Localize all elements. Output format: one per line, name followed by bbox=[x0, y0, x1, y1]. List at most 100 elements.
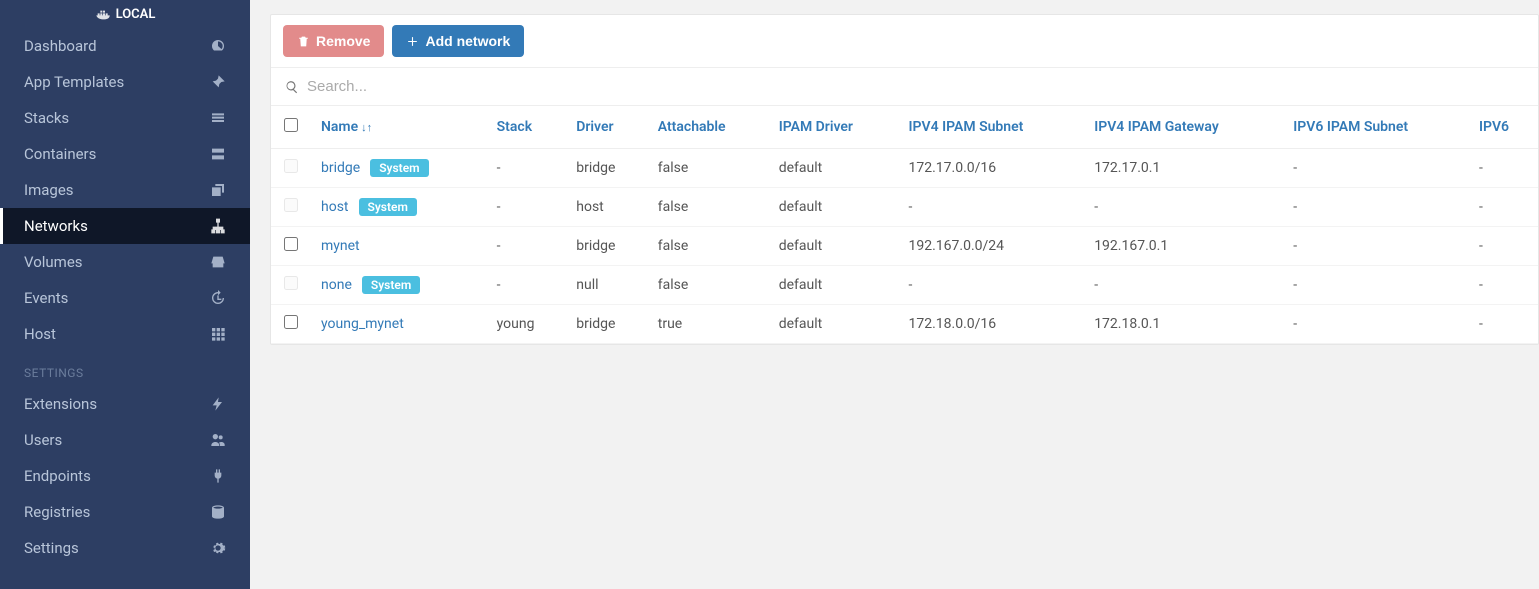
row-checkbox[interactable] bbox=[284, 237, 298, 251]
col-ipv6[interactable]: IPV6 bbox=[1469, 106, 1538, 149]
cell-name: young_mynet bbox=[311, 305, 487, 344]
main-content: Remove Add network Name↓↑ Stack Drive bbox=[250, 0, 1539, 589]
list-icon bbox=[210, 110, 226, 126]
cell-ipv6-subnet: - bbox=[1283, 227, 1469, 266]
cell-ipv4-gateway: 172.18.0.1 bbox=[1084, 305, 1283, 344]
sidebar-header: LOCAL bbox=[0, 0, 250, 28]
system-badge: System bbox=[359, 198, 417, 216]
sitemap-icon bbox=[210, 218, 226, 234]
table-row: mynet-bridgefalsedefault192.167.0.0/2419… bbox=[271, 227, 1538, 266]
sidebar-item-registries[interactable]: Registries bbox=[0, 494, 250, 530]
col-name-label: Name bbox=[321, 119, 358, 135]
sidebar-section-settings: SETTINGS bbox=[0, 352, 250, 386]
table-body: bridgeSystem-bridgefalsedefault172.17.0.… bbox=[271, 149, 1538, 344]
plus-icon bbox=[406, 35, 419, 48]
cell-attachable: false bbox=[648, 188, 769, 227]
networks-table: Name↓↑ Stack Driver Attachable IPAM Driv… bbox=[271, 105, 1538, 344]
row-checkbox bbox=[284, 198, 298, 212]
sidebar-item-label: Networks bbox=[24, 217, 88, 235]
docker-icon bbox=[95, 6, 111, 22]
network-link[interactable]: bridge bbox=[321, 160, 360, 176]
sidebar-item-label: Host bbox=[24, 325, 56, 343]
sidebar-item-users[interactable]: Users bbox=[0, 422, 250, 458]
col-name[interactable]: Name↓↑ bbox=[311, 106, 487, 149]
col-stack[interactable]: Stack bbox=[487, 106, 567, 149]
sidebar-item-label: Dashboard bbox=[24, 37, 97, 55]
row-select-cell bbox=[271, 149, 311, 188]
sidebar-item-volumes[interactable]: Volumes bbox=[0, 244, 250, 280]
sidebar-item-extensions[interactable]: Extensions bbox=[0, 386, 250, 422]
col-attachable[interactable]: Attachable bbox=[648, 106, 769, 149]
network-link[interactable]: host bbox=[321, 199, 349, 215]
sidebar-item-label: Settings bbox=[24, 539, 79, 557]
cell-stack: - bbox=[487, 188, 567, 227]
database-icon bbox=[210, 504, 226, 520]
networks-card: Remove Add network Name↓↑ Stack Drive bbox=[270, 14, 1539, 345]
sidebar-item-networks[interactable]: Networks bbox=[0, 208, 250, 244]
cell-ipv6: - bbox=[1469, 227, 1538, 266]
row-checkbox[interactable] bbox=[284, 315, 298, 329]
remove-button-label: Remove bbox=[316, 33, 370, 49]
network-link[interactable]: mynet bbox=[321, 238, 360, 254]
cell-name: bridge System bbox=[311, 149, 487, 188]
network-link[interactable]: young_mynet bbox=[321, 316, 404, 332]
sidebar-item-settings[interactable]: Settings bbox=[0, 530, 250, 566]
sidebar-item-host[interactable]: Host bbox=[0, 316, 250, 352]
sidebar-item-label: Images bbox=[24, 181, 74, 199]
cell-driver: bridge bbox=[566, 227, 648, 266]
table-row: noneSystem-nullfalsedefault---- bbox=[271, 266, 1538, 305]
cell-ipv4-gateway: 192.167.0.1 bbox=[1084, 227, 1283, 266]
sidebar-item-label: Volumes bbox=[24, 253, 83, 271]
sidebar-nav-main: Dashboard App Templates Stacks Containers Im… bbox=[0, 28, 250, 352]
col-ipv4-gateway[interactable]: IPV4 IPAM Gateway bbox=[1084, 106, 1283, 149]
cell-ipv4-subnet: - bbox=[899, 188, 1085, 227]
add-network-button[interactable]: Add network bbox=[392, 25, 524, 57]
cell-ipam-driver: default bbox=[769, 149, 899, 188]
cell-name: mynet bbox=[311, 227, 487, 266]
rocket-icon bbox=[210, 74, 226, 90]
cell-ipv4-subnet: 172.18.0.0/16 bbox=[899, 305, 1085, 344]
network-link[interactable]: none bbox=[321, 277, 352, 293]
sidebar-item-events[interactable]: Events bbox=[0, 280, 250, 316]
cell-ipv4-gateway: - bbox=[1084, 188, 1283, 227]
sidebar-nav-settings: Extensions UsersEndpointsRegistries Settin… bbox=[0, 386, 250, 566]
col-ipam-driver[interactable]: IPAM Driver bbox=[769, 106, 899, 149]
search-input[interactable] bbox=[307, 78, 1524, 95]
select-all-checkbox[interactable] bbox=[284, 118, 298, 132]
col-driver[interactable]: Driver bbox=[566, 106, 648, 149]
remove-button[interactable]: Remove bbox=[283, 25, 384, 57]
cell-ipv6-subnet: - bbox=[1283, 266, 1469, 305]
sidebar-item-images[interactable]: Images bbox=[0, 172, 250, 208]
sidebar-item-label: App Templates bbox=[24, 73, 124, 91]
cell-ipam-driver: default bbox=[769, 266, 899, 305]
cell-stack: - bbox=[487, 227, 567, 266]
cell-ipam-driver: default bbox=[769, 227, 899, 266]
cell-driver: host bbox=[566, 188, 648, 227]
trash-icon bbox=[297, 35, 310, 48]
search-icon bbox=[285, 80, 299, 94]
searchbar bbox=[271, 67, 1538, 105]
toolbar: Remove Add network bbox=[271, 15, 1538, 67]
cell-ipv6: - bbox=[1469, 266, 1538, 305]
sidebar-item-stacks[interactable]: Stacks bbox=[0, 100, 250, 136]
sidebar-item-label: Extensions bbox=[24, 395, 97, 413]
col-select-all[interactable] bbox=[271, 106, 311, 149]
sort-icon: ↓↑ bbox=[361, 121, 372, 134]
col-ipv6-subnet[interactable]: IPV6 IPAM Subnet bbox=[1283, 106, 1469, 149]
col-ipv4-subnet[interactable]: IPV4 IPAM Subnet bbox=[899, 106, 1085, 149]
users-icon bbox=[210, 432, 226, 448]
server-icon bbox=[210, 146, 226, 162]
sidebar-item-label: Stacks bbox=[24, 109, 69, 127]
cell-stack: - bbox=[487, 149, 567, 188]
cell-driver: null bbox=[566, 266, 648, 305]
history-icon bbox=[210, 290, 226, 306]
row-checkbox bbox=[284, 276, 298, 290]
cell-ipv6-subnet: - bbox=[1283, 188, 1469, 227]
plug-icon bbox=[210, 468, 226, 484]
sidebar-item-dashboard[interactable]: Dashboard bbox=[0, 28, 250, 64]
system-badge: System bbox=[370, 159, 428, 177]
sidebar-item-app-templates[interactable]: App Templates bbox=[0, 64, 250, 100]
sidebar-item-containers[interactable]: Containers bbox=[0, 136, 250, 172]
sidebar-item-endpoints[interactable]: Endpoints bbox=[0, 458, 250, 494]
clone-icon bbox=[210, 182, 226, 198]
